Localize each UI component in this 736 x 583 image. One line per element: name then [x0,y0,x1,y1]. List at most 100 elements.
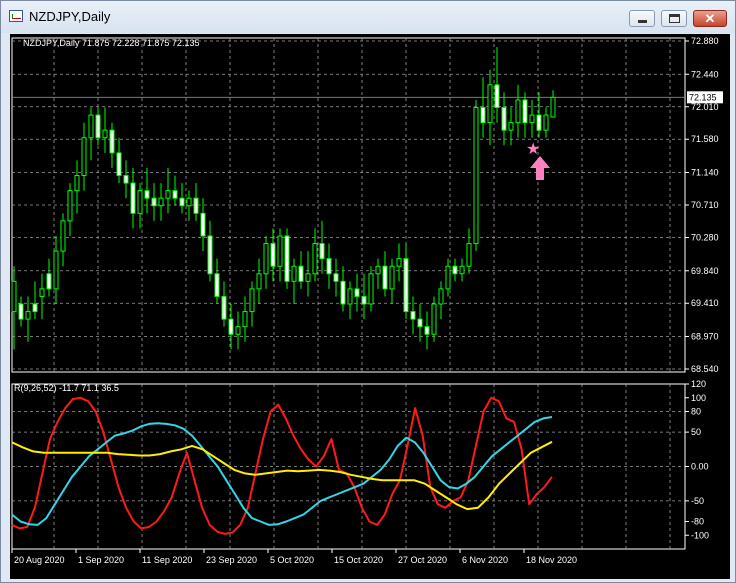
price-tick-label: 68.540 [691,364,719,374]
indicator-tick-label: -80 [691,517,704,527]
candle-bear [116,152,122,177]
price-tick-label: 68.970 [691,332,719,342]
candle-bear [46,273,52,290]
candle-bear [354,288,360,297]
candle-bear [151,197,157,207]
indicator-line-yellow [11,440,553,511]
candle-bull [25,311,31,320]
candle-bear [326,258,332,275]
time-tick-label: 15 Oct 2020 [334,555,383,565]
candle-bull [235,326,241,335]
price-tick-label: 71.580 [691,134,719,144]
candle-bull [431,303,437,335]
candle-bear [144,190,150,199]
candle-bull [291,265,297,282]
candle-bear [32,303,38,313]
indicator-tick-label: -100 [691,530,709,540]
candle-bull [81,137,87,177]
candle-bear [179,197,185,207]
chart-svg[interactable]: ★ 72.88072.44072.01071.58071.14070.71070… [10,34,730,579]
candle-bull [249,288,255,313]
candle-bear [494,84,500,109]
maximize-icon [669,14,680,23]
candle-bull [466,243,472,267]
candle-bull [375,265,381,275]
candle-bear [424,326,430,335]
candle-bull [242,311,248,328]
candle-bear [480,107,486,124]
candle-bull [165,190,171,199]
candle-bear [221,295,227,320]
maximize-button[interactable] [661,10,687,27]
candle-bull [347,288,353,305]
candle-bull [67,190,73,222]
candle-bull [186,197,192,207]
time-tick-label: 1 Sep 2020 [78,555,124,565]
time-tick-label: 27 Oct 2020 [398,555,447,565]
candle-bear [340,280,346,305]
time-tick-label: 11 Sep 2020 [142,555,192,565]
candle-bear [207,235,213,275]
indicator-line-red [11,396,553,535]
candle-bear [200,212,206,237]
candle-bear [193,197,199,214]
candle-bull [256,273,262,290]
candle-bear [410,311,416,320]
candle-bull [312,243,318,275]
indicator-tick-label: 0.00 [691,462,709,472]
candle-bear [214,273,220,297]
indicator-info-label: R(9,26,52) -11.7 71.1 36.5 [14,383,119,393]
candle-bull [53,250,59,290]
close-icon: ✕ [704,11,716,26]
price-tick-label: 72.880 [691,36,719,46]
candle-bear [270,243,276,267]
price-info-label: NZDJPY,Daily 71.875 72.228 71.875 72.135 [23,38,199,48]
indicator-tick-label: 50 [691,427,701,437]
candle-bear [382,265,388,290]
price-tick-label: 71.140 [691,168,719,178]
candle-bear [522,99,528,124]
candle-bear [18,303,24,320]
candle-bear [284,235,290,282]
indicator-tick-label: -50 [691,496,704,506]
candle-bear [228,318,234,335]
chart-canvas[interactable]: ★ 72.880 72.440 72.010 71.580 71.140 70.710 70… [10,34,730,579]
time-tick-label: 5 Oct 2020 [270,555,314,565]
up-arrow-marker-icon [530,155,550,180]
candle-bear [333,273,339,282]
candle-bull [277,235,283,267]
time-tick-label: 18 Nov 2020 [526,555,577,565]
candle-bull [39,288,45,297]
title-bar[interactable]: NZDJPY,Daily ✕ [1,1,735,33]
candle-bull [11,280,17,313]
candle-bear [452,265,458,275]
candle-bear [361,295,367,305]
candle-bull [508,122,514,131]
candle-bull [473,107,479,245]
candle-bull [74,175,80,192]
time-tick-label: 20 Aug 2020 [14,555,65,565]
candle-bear [123,175,129,184]
candle-bull [529,114,535,124]
candle-bull [445,265,451,290]
candle-bull [158,197,164,207]
indicator-tick-label: 80 [691,407,701,417]
candle-bear [130,182,136,214]
candle-bear [501,107,507,131]
star-marker-icon: ★ [526,139,540,158]
minimize-button[interactable] [629,10,655,27]
candle-bull [389,265,395,290]
close-button[interactable]: ✕ [693,10,727,27]
candle-bear [95,114,101,139]
candle-bear [319,243,325,260]
candle-bear [403,258,409,313]
candle-bull [305,273,311,282]
candle-bear [109,129,115,154]
candle-bull [137,190,143,214]
price-tick-label: 70.280 [691,232,719,242]
current-price-label: 72.135 [689,92,717,102]
candle-bull [550,96,556,118]
minimize-icon [638,20,647,23]
candle-bull [102,129,108,139]
time-tick-label: 6 Nov 2020 [462,555,508,565]
